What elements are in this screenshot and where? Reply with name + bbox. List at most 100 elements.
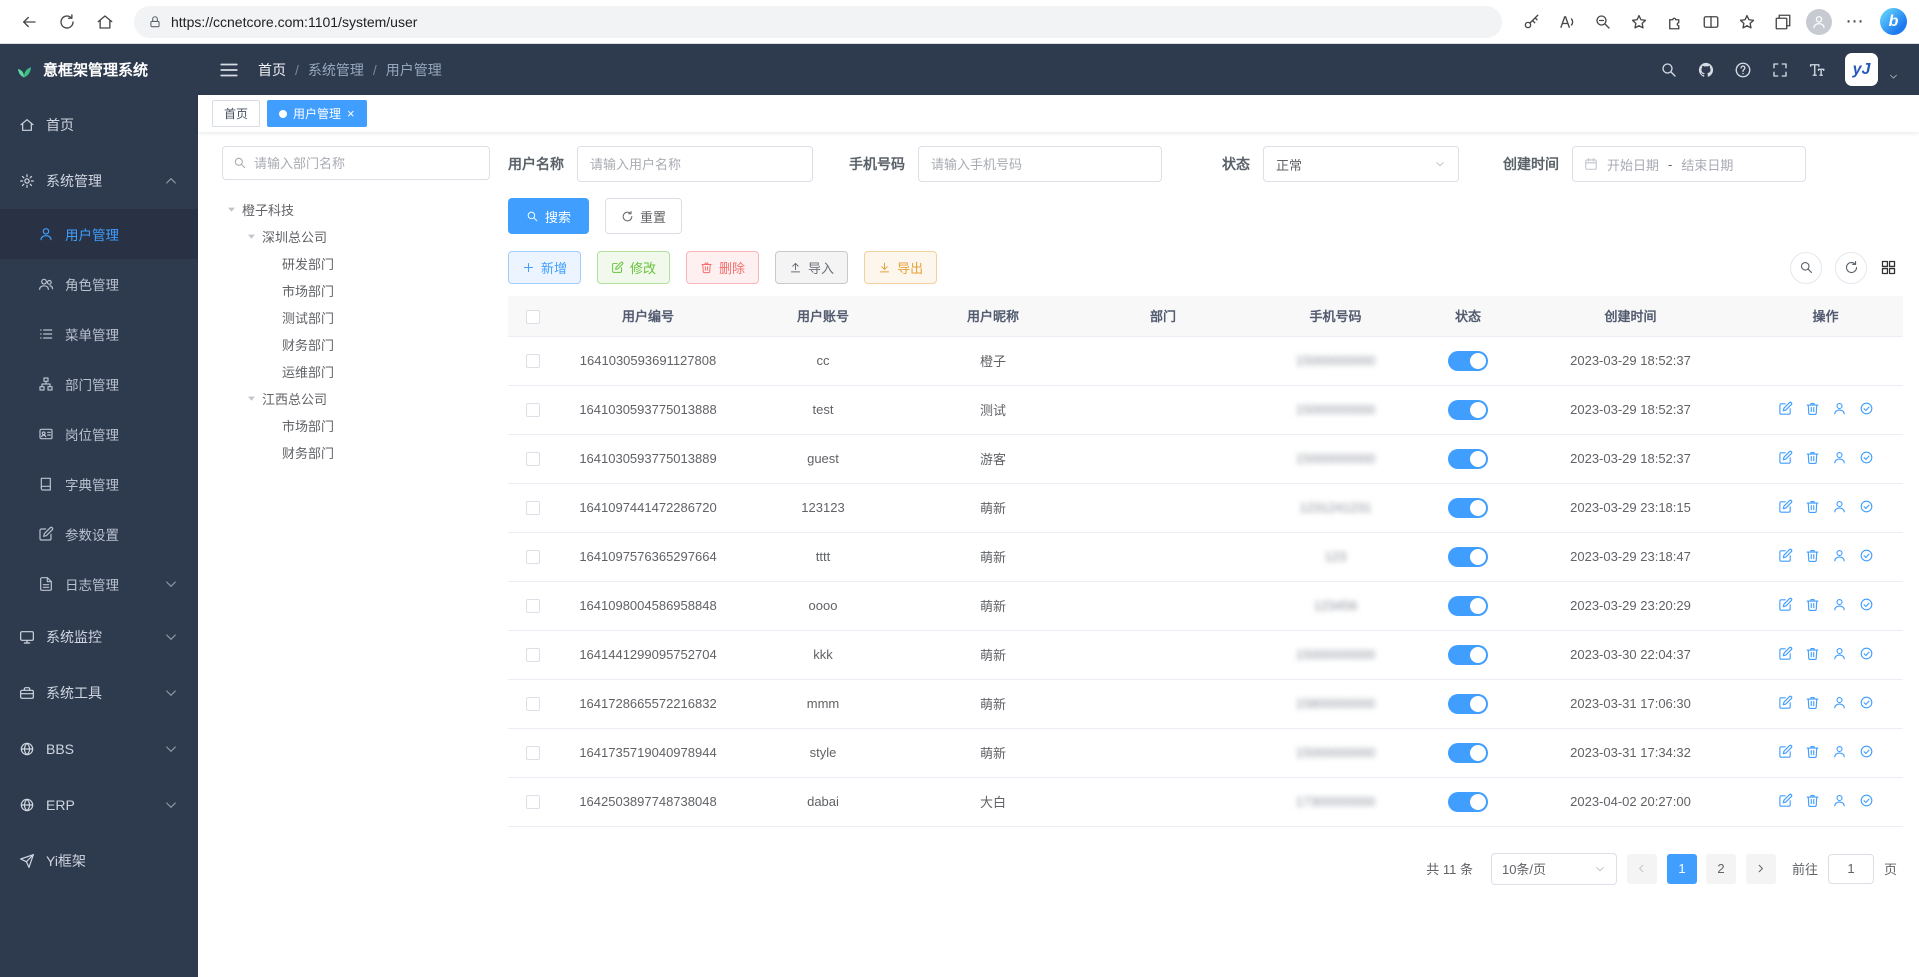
collections-icon[interactable]: [1766, 5, 1800, 39]
edit-icon[interactable]: [1778, 744, 1793, 759]
row-checkbox[interactable]: [526, 697, 540, 711]
goto-page-input[interactable]: [1828, 854, 1874, 884]
row-checkbox[interactable]: [526, 354, 540, 368]
delete-icon[interactable]: [1805, 450, 1820, 465]
zoom-icon[interactable]: [1586, 5, 1620, 39]
row-checkbox[interactable]: [526, 550, 540, 564]
edit-icon[interactable]: [1778, 597, 1793, 612]
sidebar-item-user-mgmt[interactable]: 用户管理: [0, 209, 198, 259]
passwords-key-icon[interactable]: [1514, 5, 1548, 39]
assign-role-icon[interactable]: [1859, 548, 1874, 563]
status-toggle[interactable]: [1448, 351, 1488, 371]
phone-input[interactable]: [918, 146, 1162, 182]
delete-icon[interactable]: [1805, 744, 1820, 759]
export-button[interactable]: 导出: [864, 251, 937, 284]
reset-password-icon[interactable]: [1832, 548, 1847, 563]
date-range-picker[interactable]: 开始日期 - 结束日期: [1572, 146, 1806, 182]
favorites-star-icon[interactable]: [1622, 5, 1656, 39]
status-toggle[interactable]: [1448, 498, 1488, 518]
status-toggle[interactable]: [1448, 400, 1488, 420]
status-select[interactable]: 正常: [1263, 146, 1459, 182]
row-checkbox[interactable]: [526, 746, 540, 760]
sidebar-item-system[interactable]: 系统管理: [0, 153, 198, 209]
breadcrumb-item[interactable]: 首页: [258, 60, 286, 80]
delete-icon[interactable]: [1805, 499, 1820, 514]
tree-node[interactable]: 江西总公司: [222, 385, 490, 412]
tree-node[interactable]: 市场部门: [222, 412, 490, 439]
reset-password-icon[interactable]: [1832, 597, 1847, 612]
row-checkbox[interactable]: [526, 403, 540, 417]
status-toggle[interactable]: [1448, 547, 1488, 567]
reset-password-icon[interactable]: [1832, 401, 1847, 416]
edit-icon[interactable]: [1778, 695, 1793, 710]
sidebar-item-role-mgmt[interactable]: 角色管理: [0, 259, 198, 309]
tree-node[interactable]: 市场部门: [222, 277, 490, 304]
add-button[interactable]: 新增: [508, 251, 581, 284]
username-input[interactable]: [577, 146, 813, 182]
page-number-button[interactable]: 1: [1667, 854, 1697, 884]
toggle-search-icon[interactable]: [1790, 252, 1822, 284]
column-settings-icon[interactable]: [1880, 259, 1897, 276]
favorites-bar-icon[interactable]: [1730, 5, 1764, 39]
assign-role-icon[interactable]: [1859, 401, 1874, 416]
split-screen-icon[interactable]: [1694, 5, 1728, 39]
sidebar-item-yi-framework[interactable]: Yi框架: [0, 833, 198, 889]
tree-node[interactable]: 财务部门: [222, 439, 490, 466]
assign-role-icon[interactable]: [1859, 744, 1874, 759]
status-toggle[interactable]: [1448, 645, 1488, 665]
row-checkbox[interactable]: [526, 501, 540, 515]
sidebar-item-dept-mgmt[interactable]: 部门管理: [0, 359, 198, 409]
row-checkbox[interactable]: [526, 795, 540, 809]
reset-password-icon[interactable]: [1832, 793, 1847, 808]
github-icon[interactable]: [1697, 61, 1715, 79]
select-all-checkbox[interactable]: [526, 310, 540, 324]
user-avatar[interactable]: yJ: [1845, 53, 1878, 86]
status-toggle[interactable]: [1448, 694, 1488, 714]
import-button[interactable]: 导入: [775, 251, 848, 284]
tree-node[interactable]: 运维部门: [222, 358, 490, 385]
address-bar[interactable]: https://ccnetcore.com:1101/system/user: [134, 6, 1502, 38]
tab-user-mgmt[interactable]: 用户管理×: [267, 100, 367, 127]
fullscreen-icon[interactable]: [1771, 61, 1789, 79]
tree-node[interactable]: 研发部门: [222, 250, 490, 277]
sidebar-item-menu-mgmt[interactable]: 菜单管理: [0, 309, 198, 359]
browser-back-button[interactable]: [12, 5, 46, 39]
tree-node[interactable]: 深圳总公司: [222, 223, 490, 250]
status-toggle[interactable]: [1448, 449, 1488, 469]
delete-icon[interactable]: [1805, 401, 1820, 416]
tab-home[interactable]: 首页: [212, 100, 260, 127]
edit-icon[interactable]: [1778, 646, 1793, 661]
assign-role-icon[interactable]: [1859, 695, 1874, 710]
reset-password-icon[interactable]: [1832, 695, 1847, 710]
sidebar-item-dict-mgmt[interactable]: 字典管理: [0, 459, 198, 509]
sidebar-item-log-mgmt[interactable]: 日志管理: [0, 559, 198, 609]
sidebar-item-bbs[interactable]: BBS: [0, 721, 198, 777]
sidebar-item-home[interactable]: 首页: [0, 97, 198, 153]
edit-icon[interactable]: [1778, 548, 1793, 563]
delete-icon[interactable]: [1805, 695, 1820, 710]
collapse-menu-icon[interactable]: [218, 59, 240, 81]
row-checkbox[interactable]: [526, 648, 540, 662]
assign-role-icon[interactable]: [1859, 646, 1874, 661]
search-button[interactable]: 搜索: [508, 198, 589, 234]
dept-search-input[interactable]: [254, 156, 479, 171]
browser-refresh-button[interactable]: [50, 5, 84, 39]
edit-icon[interactable]: [1778, 401, 1793, 416]
browser-profile-avatar[interactable]: [1806, 9, 1832, 35]
sidebar-item-tools[interactable]: 系统工具: [0, 665, 198, 721]
read-aloud-icon[interactable]: [1550, 5, 1584, 39]
browser-menu-icon[interactable]: ⋯: [1838, 5, 1872, 39]
bing-chat-icon[interactable]: b: [1880, 8, 1907, 35]
delete-icon[interactable]: [1805, 793, 1820, 808]
tree-node[interactable]: 测试部门: [222, 304, 490, 331]
assign-role-icon[interactable]: [1859, 793, 1874, 808]
delete-icon[interactable]: [1805, 597, 1820, 612]
status-toggle[interactable]: [1448, 743, 1488, 763]
tree-node[interactable]: 橙子科技: [222, 196, 490, 223]
status-toggle[interactable]: [1448, 596, 1488, 616]
row-checkbox[interactable]: [526, 452, 540, 466]
refresh-table-icon[interactable]: [1835, 252, 1867, 284]
docs-question-icon[interactable]: [1734, 61, 1752, 79]
delete-button[interactable]: 删除: [686, 251, 759, 284]
page-size-select[interactable]: 10条/页: [1491, 853, 1617, 885]
